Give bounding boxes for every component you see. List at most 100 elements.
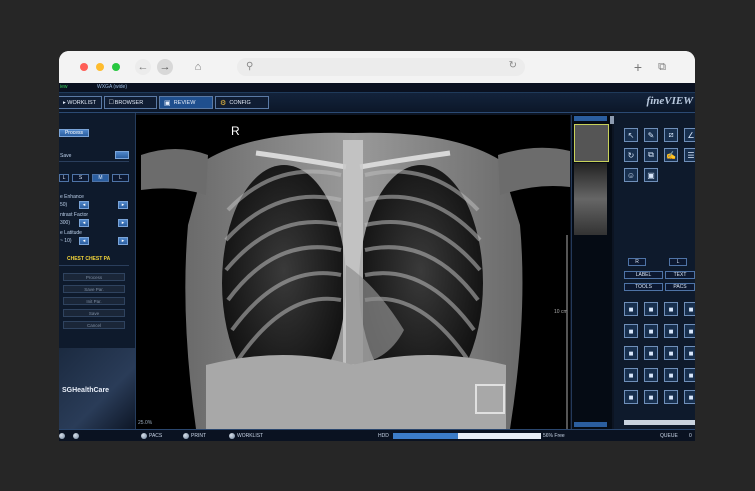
arrow-icon[interactable]: ■ [684,390,695,404]
warning-icon[interactable]: ■ [664,368,678,382]
person-icon[interactable]: ☺ [624,168,638,182]
ruler-icon[interactable]: ■ [684,368,695,382]
back-icon[interactable]: ← [135,59,151,75]
marker-r-button[interactable]: R [628,258,646,266]
decrease-button[interactable]: ◂ [79,219,89,227]
scroll-down-button[interactable] [574,422,607,427]
layers-icon[interactable]: ☰ [684,148,695,162]
tools-button[interactable]: TOOLS [624,283,663,291]
size-button-s[interactable]: S [72,174,89,182]
user-icon[interactable]: ■ [624,324,638,338]
increase-button[interactable]: ▸ [118,237,128,245]
reload-icon[interactable]: ↻ [509,60,517,71]
portrait-icon[interactable]: ■ [644,346,658,360]
export-icon[interactable]: ■ [664,390,678,404]
status-label: PACS [149,433,163,439]
home-icon[interactable]: ⌂ [190,59,206,75]
ruler-label: 10 cm [554,309,568,315]
progress-slot [624,420,695,425]
process-action[interactable]: Process [63,273,125,281]
increase-button[interactable]: ▸ [118,201,128,209]
decrease-button[interactable]: ◂ [79,237,89,245]
orientation-marker: R [231,124,240,138]
flip-icon[interactable]: ■ [664,324,678,338]
fineview-app: iew WXGA (wide) ▸ WORKLIST □ BROWSER ▣ R… [59,83,695,441]
browser-toolbar: ← → ⌂ ⚲ ↻ + ⧉ [59,51,695,84]
save-toggle[interactable] [115,151,129,159]
stack-icon[interactable]: ■ [644,390,658,404]
process-button[interactable]: Process [59,129,89,137]
address-bar[interactable]: ⚲ ↻ [237,58,525,76]
status-icon[interactable] [59,433,65,439]
chest-xray-image [136,115,570,429]
zoom-icon[interactable]: ■ [624,390,638,404]
size-button-m[interactable]: M [92,174,109,182]
pacs-button[interactable]: PACS [665,283,695,291]
new-tab-icon[interactable]: + [630,59,646,75]
status-icon-2[interactable] [73,433,79,439]
thumbnail-2[interactable] [574,163,607,235]
field-value: ~ 10) [60,238,72,244]
angle-icon[interactable]: ∠ [684,128,695,142]
move-icon[interactable]: ■ [684,324,695,338]
divider [59,265,129,266]
marker-icon[interactable]: ✎ [644,128,658,142]
save-par-action[interactable]: Save Par. [63,285,125,293]
annotate-icon[interactable]: ✍ [664,148,678,162]
image-icon[interactable]: ■ [624,346,638,360]
brightness-icon[interactable]: ■ [684,346,695,360]
thumbnail-1[interactable] [574,124,609,162]
grid-icon[interactable]: ■ [644,302,658,316]
scroll-up-button[interactable] [574,116,607,121]
tab-label: REVIEW [173,99,196,106]
browser-window: ← → ⌂ ⚲ ↻ + ⧉ iew WXGA (wide) ▸ WORKLIST… [59,51,695,441]
pointer-icon[interactable]: ↖ [624,128,638,142]
tabs-icon[interactable]: ⧉ [654,59,670,75]
sg-healthcare-logo: SGHealthCare [62,387,110,394]
hdd-label: HDD [378,433,389,439]
monitor-icon[interactable]: ▣ [644,168,658,182]
status-worklist[interactable]: WORKLIST [229,433,263,439]
init-par-action[interactable]: Init Par. [63,297,125,305]
forward-icon[interactable]: → [157,59,173,75]
hdd-bar [393,433,541,439]
status-pacs[interactable]: PACS [141,433,162,439]
close-dot[interactable] [80,63,88,71]
cancel-action[interactable]: Cancel [63,321,125,329]
minimize-dot[interactable] [96,63,104,71]
copy-icon[interactable]: ⧉ [644,148,658,162]
resolution-label: WXGA (wide) [97,84,128,90]
maximize-dot[interactable] [112,63,120,71]
tab-review[interactable]: ▣ REVIEW [159,96,213,109]
fit-icon[interactable]: ■ [684,302,695,316]
field-label: e Enhance [60,194,84,200]
image-viewer[interactable]: R 25.0% 10 cm [136,115,570,429]
decrease-button[interactable]: ◂ [79,201,89,209]
tab-worklist[interactable]: ▸ WORKLIST [59,96,102,109]
tab-bar: ▸ WORKLIST □ BROWSER ▣ REVIEW ⚙ CONFIG f… [59,93,695,113]
marker-l-button[interactable]: L [669,258,687,266]
measure-icon[interactable]: ⧄ [664,128,678,142]
increase-button[interactable]: ▸ [118,219,128,227]
size-button-l[interactable]: L [59,174,69,182]
review-icon: ▣ [164,99,171,107]
tab-browser[interactable]: □ BROWSER [104,96,157,109]
tab-label: CONFIG [229,99,251,106]
save-action[interactable]: Save [63,309,125,317]
layout-icon[interactable]: ■ [624,302,638,316]
film-icon[interactable]: ■ [664,346,678,360]
tab-config[interactable]: ⚙ CONFIG [215,96,269,109]
label-button[interactable]: LABEL [624,271,663,279]
text-button[interactable]: TEXT [665,271,695,279]
queue-label: QUEUE [660,433,678,439]
status-print[interactable]: PRINT [183,433,206,439]
size-button-l2[interactable]: L [112,174,129,182]
mode-label: iew [60,84,68,90]
cube-icon[interactable]: ■ [644,368,658,382]
wand-icon[interactable]: ■ [644,324,658,338]
hand-icon[interactable]: ■ [624,368,638,382]
tile-icon[interactable]: ■ [664,302,678,316]
field-label: ntrast Factor [60,212,89,218]
diaphragm [206,355,506,429]
rotate-icon[interactable]: ↻ [624,148,638,162]
